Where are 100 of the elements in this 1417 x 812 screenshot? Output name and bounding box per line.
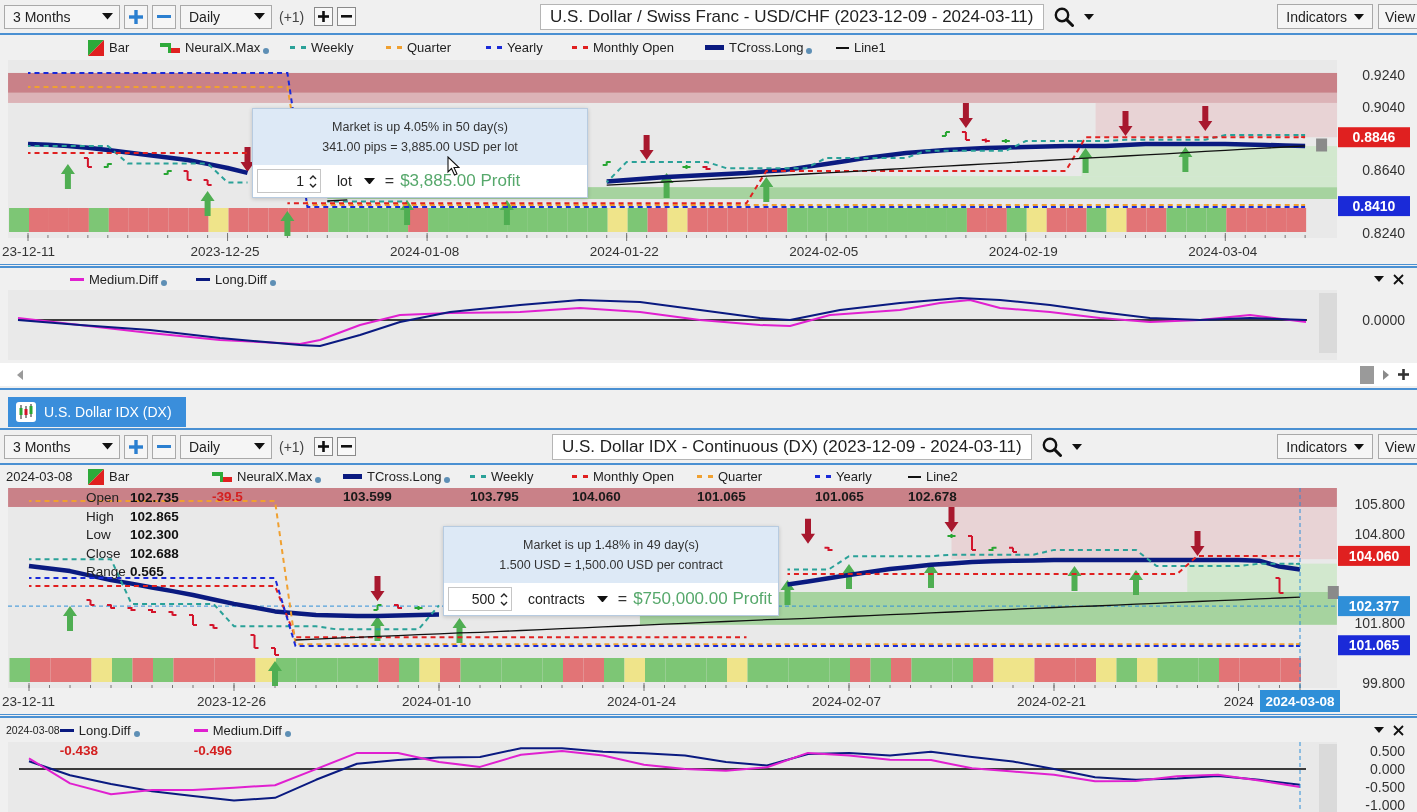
legend-label: Quarter <box>407 40 452 55</box>
zoom-in-button[interactable] <box>124 4 148 29</box>
search-icon <box>1053 6 1074 27</box>
symbol-field[interactable]: U.S. Dollar / Swiss Franc - USD/CHF (2023-12-09 - 2024-03-11) <box>540 3 1044 30</box>
range-dropdown[interactable]: 3 Months <box>4 434 120 459</box>
picture-price-bar <box>601 160 612 167</box>
zoom-out-button[interactable] <box>152 434 176 459</box>
view-button[interactable]: View <box>1378 4 1417 29</box>
scrollbar-track[interactable] <box>0 363 1417 386</box>
date-label: 2024-03-08 <box>5 724 60 736</box>
date-tag: 2024-03-08 <box>1260 690 1340 712</box>
collapse-caret-icon[interactable] <box>1374 727 1384 733</box>
add-button[interactable] <box>314 7 334 26</box>
price-axis-label: 105.800 <box>1354 496 1405 512</box>
price-axis-label: 0.8640 <box>1362 161 1405 178</box>
picture-price-bar <box>823 545 834 552</box>
add-button[interactable] <box>314 437 334 456</box>
legend-label: Bar <box>109 40 130 55</box>
mouse-cursor-icon <box>447 156 460 176</box>
scroll-left-icon[interactable] <box>17 369 23 380</box>
caret-icon <box>254 13 265 20</box>
remove-button[interactable] <box>337 7 357 26</box>
scroll-right-icon[interactable] <box>1383 369 1389 380</box>
picture-price-bar <box>960 130 971 141</box>
legend-value: -0.496 <box>193 743 232 758</box>
range-dropdown[interactable]: 3 Months <box>4 4 120 29</box>
legend-value: 101.065 <box>815 489 864 504</box>
legend-label: Long.Diff <box>215 271 267 287</box>
plus-icon <box>318 11 330 22</box>
minus-icon <box>157 444 171 449</box>
symbol-field[interactable]: U.S. Dollar IDX - Continuous (DX) (2023-12-09 - 2024-03-11) <box>551 433 1032 460</box>
date-axis-label: 2024-01-24 <box>607 694 677 709</box>
bar-style-icon <box>88 468 104 485</box>
picture-price-bar <box>82 156 93 168</box>
zoom-out-button[interactable] <box>152 4 176 29</box>
unit-dropdown[interactable]: lot <box>327 169 379 193</box>
quantity-field[interactable]: 500 <box>448 587 512 611</box>
profit-amount: $3,885.00 Profit <box>400 171 521 191</box>
picture-price-bar <box>1274 577 1285 594</box>
interval-dropdown[interactable]: Daily <box>180 434 272 459</box>
price-axis-label: 0.9040 <box>1362 98 1405 115</box>
tooltip-text: Market is up 4.05% in 50 day(s) <box>332 119 508 135</box>
picture-price-bar <box>940 130 951 137</box>
caret-icon <box>102 13 113 20</box>
unit-dropdown[interactable]: contracts <box>518 587 612 611</box>
date-axis-label: 2024-03-04 <box>1188 244 1258 259</box>
date-axis-label: 23-12-11 <box>2 244 56 259</box>
interval-dropdown[interactable]: Daily <box>180 4 272 29</box>
indicators-button[interactable]: Indicators <box>1277 434 1373 459</box>
step-bars-icon <box>212 471 232 482</box>
price-axis-label: 104.800 <box>1354 525 1405 542</box>
collapse-caret-icon[interactable] <box>1374 276 1384 282</box>
price-tag: 101.065 <box>1338 635 1410 656</box>
zoom-in-button[interactable] <box>124 434 148 459</box>
legend-label: Medium.Diff <box>89 271 159 287</box>
picture-price-bar <box>393 603 403 610</box>
picture-price-bar <box>167 610 178 617</box>
step-bars-icon <box>160 42 180 53</box>
date-axis-label: 2024-02-19 <box>988 244 1058 259</box>
view-button[interactable]: View <box>1378 434 1417 459</box>
quantity-field[interactable]: 1 <box>257 169 321 193</box>
end-marker-icon <box>1316 138 1328 152</box>
plus-icon <box>129 9 143 24</box>
date-label: 2024-03-08 <box>5 469 74 484</box>
search-menu-caret-icon[interactable] <box>1083 13 1094 20</box>
date-axis-label: 2024-02-21 <box>1017 694 1087 709</box>
picture-price-bar <box>85 599 96 607</box>
picture-price-bar <box>270 647 280 656</box>
caret-icon <box>102 443 113 450</box>
equals-sign: = <box>617 590 628 608</box>
search-menu-caret-icon[interactable] <box>1071 443 1082 450</box>
date-axis-label: 23-12-11 <box>2 694 56 709</box>
legend-value: 101.065 <box>697 489 746 504</box>
bar-style-icon <box>88 39 104 56</box>
picture-price-bar <box>147 607 157 614</box>
legend-label: TCross.Long <box>367 469 442 484</box>
legend-label: Quarter <box>718 469 763 484</box>
scrollbar-thumb[interactable] <box>1360 365 1374 384</box>
picture-price-bar <box>126 606 137 612</box>
picture-price-bar <box>1008 546 1018 553</box>
price-tag: 102.377 <box>1338 596 1410 617</box>
legend-label: NeuralX.Max <box>185 40 261 55</box>
remove-button[interactable] <box>337 437 357 456</box>
price-axis-label: 101.800 <box>1354 615 1405 632</box>
price-axis-label: 0.8240 <box>1362 224 1405 241</box>
picture-price-bar <box>987 545 998 552</box>
date-axis-label: 2024-01-10 <box>402 694 472 709</box>
date-axis-label: 2024 <box>1223 694 1254 709</box>
legend-label: Monthly Open <box>593 40 674 55</box>
close-icon[interactable] <box>1393 724 1404 736</box>
add-icon[interactable] <box>1398 369 1409 380</box>
ohlc-value: 102.300 <box>130 526 179 544</box>
legend-label: Yearly <box>507 40 543 55</box>
search-icon <box>1041 436 1062 457</box>
picture-price-bar <box>372 604 383 611</box>
date-axis-label: 2024-02-07 <box>812 694 882 709</box>
close-icon[interactable] <box>1393 273 1404 285</box>
indicators-button[interactable]: Indicators <box>1277 4 1373 29</box>
picture-price-bar <box>102 162 113 169</box>
picture-price-bar <box>162 169 173 176</box>
